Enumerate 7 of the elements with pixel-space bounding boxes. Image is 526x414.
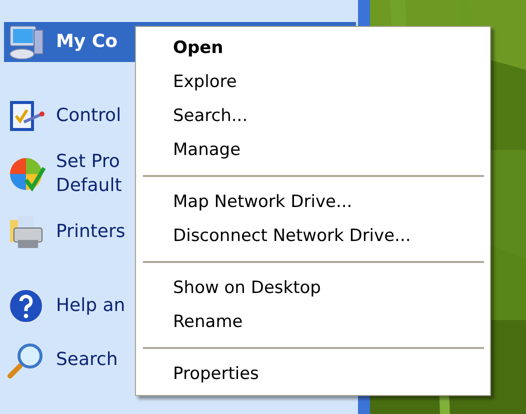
- item-label: Control: [56, 104, 122, 128]
- item-label: Printers: [56, 220, 126, 244]
- item-label: Search: [56, 348, 118, 372]
- item-label: Help an: [56, 294, 126, 318]
- item-label: Default: [56, 174, 122, 198]
- item-label: Set Pro: [56, 150, 121, 174]
- item-label: My Co: [56, 30, 118, 54]
